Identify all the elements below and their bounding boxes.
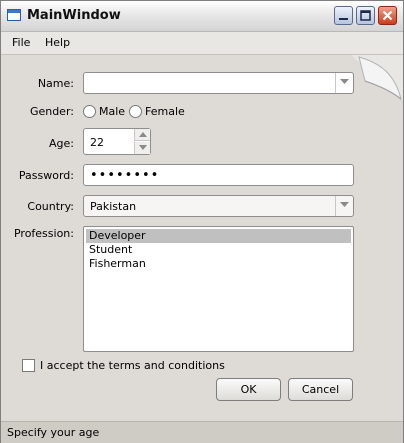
- age-decrement-button[interactable]: [134, 142, 150, 154]
- country-label: Country:: [27, 200, 74, 213]
- country-combobox[interactable]: Pakistan: [83, 195, 354, 217]
- terms-label[interactable]: I accept the terms and conditions: [40, 359, 225, 372]
- menu-file[interactable]: File: [12, 36, 30, 49]
- arrow-down-icon: [139, 145, 147, 150]
- app-window-icon: [7, 9, 21, 21]
- list-item-fisherman[interactable]: Fisherman: [86, 257, 351, 271]
- status-text: Specify your age: [7, 426, 100, 439]
- age-label: Age:: [49, 137, 74, 150]
- window-title: MainWindow: [27, 8, 121, 23]
- ok-button[interactable]: OK: [216, 378, 281, 401]
- name-combobox[interactable]: [83, 72, 354, 94]
- password-label: Password:: [18, 169, 74, 182]
- gender-male-radio[interactable]: [83, 105, 96, 118]
- age-increment-button[interactable]: [134, 129, 150, 141]
- status-bar: Specify your age: [1, 421, 403, 443]
- menu-help[interactable]: Help: [45, 36, 70, 49]
- password-input[interactable]: ••••••••: [83, 164, 354, 186]
- close-button[interactable]: [378, 6, 397, 25]
- list-item-student[interactable]: Student: [86, 243, 351, 257]
- maximize-button[interactable]: [356, 6, 375, 25]
- chevron-down-icon: [340, 79, 349, 84]
- page-curl-decoration: [351, 55, 403, 101]
- country-value: Pakistan: [90, 200, 137, 213]
- password-value: ••••••••: [90, 168, 160, 183]
- age-spinbox[interactable]: 22: [83, 128, 151, 155]
- minimize-button[interactable]: [334, 6, 353, 25]
- age-value: 22: [90, 136, 104, 149]
- list-item-developer[interactable]: Developer: [86, 229, 351, 243]
- maximize-icon: [360, 10, 371, 21]
- gender-label: Gender:: [29, 105, 74, 118]
- name-dropdown-button[interactable]: [335, 73, 353, 93]
- close-icon: [382, 10, 393, 21]
- profession-label: Profession:: [13, 227, 74, 240]
- title-bar[interactable]: MainWindow: [1, 1, 403, 32]
- name-label: Name:: [37, 77, 74, 90]
- main-window: MainWindow File Help Name: Gender: Male …: [0, 0, 404, 443]
- terms-checkbox[interactable]: [22, 359, 35, 372]
- cancel-button[interactable]: Cancel: [288, 378, 353, 401]
- arrow-up-icon: [139, 132, 147, 137]
- gender-female-label[interactable]: Female: [145, 105, 185, 118]
- chevron-down-icon: [340, 202, 349, 207]
- gender-male-label[interactable]: Male: [99, 105, 125, 118]
- country-dropdown-button[interactable]: [335, 196, 353, 216]
- menu-bar: File Help: [1, 32, 403, 55]
- gender-female-radio[interactable]: [129, 105, 142, 118]
- minimize-icon: [339, 18, 348, 20]
- profession-list[interactable]: Developer Student Fisherman: [83, 226, 354, 352]
